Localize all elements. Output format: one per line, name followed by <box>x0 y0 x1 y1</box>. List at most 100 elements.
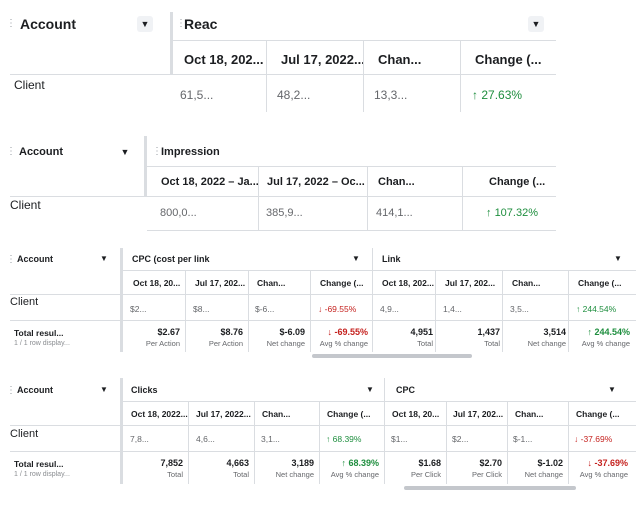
account-header[interactable]: Account <box>19 146 63 158</box>
drag-handle-icon[interactable]: ⋮ <box>6 147 16 157</box>
col-header[interactable]: Change (... <box>576 409 619 419</box>
caret-down-icon[interactable]: ▼ <box>352 254 360 263</box>
total-value: 4,663 <box>226 458 249 468</box>
total-sublabel: Per Click <box>410 470 441 479</box>
row-label[interactable]: Client <box>10 198 41 212</box>
metric-header-1[interactable]: CPC (cost per link <box>132 254 210 264</box>
col-header[interactable]: Chan... <box>262 409 290 419</box>
col-header[interactable]: Chan... <box>515 409 543 419</box>
drag-handle-icon[interactable]: ⋮ <box>6 255 16 265</box>
col-header-change-pct[interactable]: Change (... <box>489 176 545 188</box>
metric-header-2[interactable]: CPC <box>396 385 415 395</box>
metric-header-1[interactable]: Clicks <box>131 385 158 395</box>
column-divider[interactable] <box>120 378 123 484</box>
caret-down-icon[interactable]: ▼ <box>137 16 153 32</box>
total-sublabel: Avg % change <box>579 470 628 479</box>
horizontal-scrollbar[interactable] <box>404 486 576 490</box>
col-header[interactable]: Oct 18, 20... <box>133 278 180 288</box>
caret-down-icon[interactable]: ▼ <box>100 385 108 394</box>
cell-previous: 385,9... <box>266 207 303 219</box>
total-value: $1.68 <box>418 458 441 468</box>
col-header[interactable]: Chan... <box>257 278 285 288</box>
cell: $-1... <box>513 434 533 444</box>
horizontal-scrollbar[interactable] <box>312 354 472 358</box>
total-sublabel: Avg % change <box>330 470 379 479</box>
col-header[interactable]: Jul 17, 202... <box>445 278 495 288</box>
caret-down-icon[interactable]: ▼ <box>117 144 133 160</box>
total-change-pct: ↓ -69.55% <box>327 327 368 337</box>
col-header-previous[interactable]: Jul 17, 2022 – Oc... <box>267 176 365 188</box>
metric-header[interactable]: Reac <box>184 16 217 32</box>
col-header[interactable]: Oct 18, 2022... <box>131 409 188 419</box>
cell: 3,5... <box>510 304 529 314</box>
divider <box>172 40 556 41</box>
metric-header[interactable]: Impression <box>161 146 220 158</box>
col-header[interactable]: Change (... <box>320 278 363 288</box>
cell: 1,4... <box>443 304 462 314</box>
col-header[interactable]: Jul 17, 202... <box>195 278 245 288</box>
col-header[interactable]: Change (... <box>327 409 370 419</box>
change-pct-value: 27.63% <box>481 88 523 102</box>
col-header-change-pct[interactable]: Change (... <box>475 52 541 67</box>
col-header[interactable]: Chan... <box>512 278 540 288</box>
cell: $8... <box>193 304 210 314</box>
divider <box>363 40 364 112</box>
divider <box>446 401 447 484</box>
total-value: 1,437 <box>477 327 500 337</box>
cell: 4,9... <box>380 304 399 314</box>
account-header[interactable]: Account <box>20 16 76 32</box>
total-sublabel: Avg % change <box>319 339 368 348</box>
drag-handle-icon[interactable]: ⋮ <box>6 386 16 396</box>
col-header[interactable]: Oct 18, 20... <box>392 409 439 419</box>
total-sublabel: Net change <box>275 470 314 479</box>
caret-down-icon[interactable]: ▼ <box>614 254 622 263</box>
total-change-pct-value: 244.54% <box>594 327 630 337</box>
divider <box>502 270 503 352</box>
drag-handle-icon[interactable]: ⋮ <box>152 147 162 157</box>
row-label[interactable]: Client <box>14 78 45 92</box>
metric-header-2[interactable]: Link <box>382 254 401 264</box>
row-display-count: 1 / 1 row display... <box>14 340 70 347</box>
total-value: $8.76 <box>220 327 243 337</box>
col-header-change[interactable]: Chan... <box>378 52 421 67</box>
divider <box>122 270 636 271</box>
col-header-previous[interactable]: Jul 17, 2022... <box>281 52 365 67</box>
cell-change: 414,1... <box>376 207 413 219</box>
total-value: $-1.02 <box>537 458 563 468</box>
divider <box>147 230 556 231</box>
row-display-count: 1 / 1 row display... <box>14 471 70 478</box>
total-value: 3,514 <box>543 327 566 337</box>
account-header[interactable]: Account <box>17 385 53 395</box>
divider <box>10 74 556 75</box>
total-sublabel: Per Action <box>145 339 180 348</box>
cell: $2... <box>130 304 147 314</box>
total-change-pct: ↑ 244.54% <box>587 327 630 337</box>
total-change-pct: ↓ -37.69% <box>587 458 628 468</box>
col-header[interactable]: Change (... <box>578 278 621 288</box>
col-header[interactable]: Jul 17, 202... <box>453 409 503 419</box>
column-divider[interactable] <box>120 248 123 352</box>
col-header-current[interactable]: Oct 18, 202... <box>184 52 264 67</box>
cell: $2... <box>452 434 469 444</box>
row-label[interactable]: Client <box>10 296 38 308</box>
col-header-current[interactable]: Oct 18, 2022 – Ja... <box>161 176 259 188</box>
total-value: 4,951 <box>410 327 433 337</box>
total-sublabel: Net change <box>527 339 566 348</box>
divider <box>266 40 267 112</box>
divider <box>10 451 636 452</box>
column-divider[interactable] <box>170 12 173 74</box>
caret-down-icon[interactable]: ▼ <box>100 254 108 263</box>
divider <box>258 166 259 230</box>
caret-down-icon[interactable]: ▼ <box>366 385 374 394</box>
col-header[interactable]: Jul 17, 2022... <box>196 409 251 419</box>
caret-down-icon[interactable]: ▼ <box>528 16 544 32</box>
account-header[interactable]: Account <box>17 254 53 264</box>
total-sublabel: Total <box>484 339 500 348</box>
row-label[interactable]: Client <box>10 428 38 440</box>
caret-down-icon[interactable]: ▼ <box>608 385 616 394</box>
divider <box>460 40 461 112</box>
divider <box>10 196 556 197</box>
col-header[interactable]: Oct 18, 202... <box>382 278 434 288</box>
drag-handle-icon[interactable]: ⋮ <box>6 19 16 29</box>
col-header-change[interactable]: Chan... <box>378 176 415 188</box>
